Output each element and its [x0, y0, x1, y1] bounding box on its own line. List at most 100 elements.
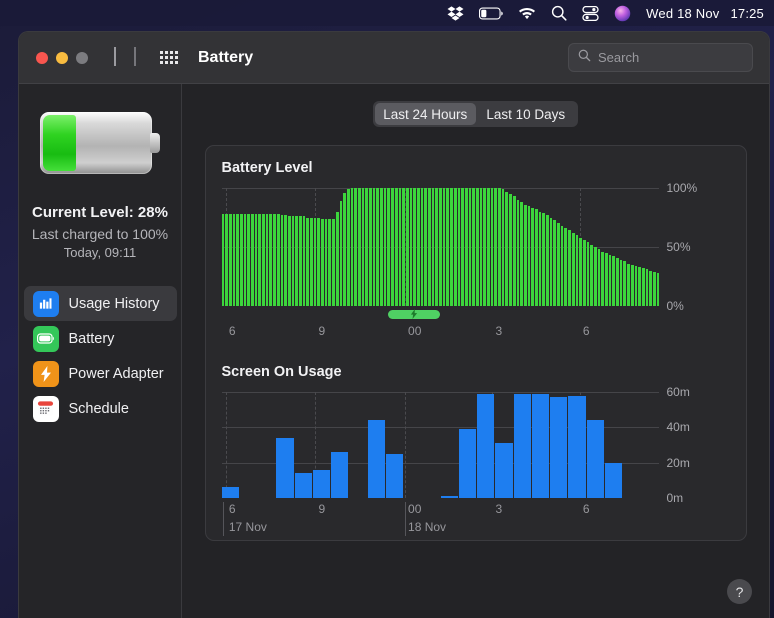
sidebar-item-power-adapter[interactable]: Power Adapter — [24, 356, 177, 391]
maximize-button[interactable] — [76, 51, 88, 64]
control-center-icon[interactable] — [582, 5, 599, 21]
bar — [579, 237, 582, 306]
bar — [324, 218, 328, 306]
bar — [472, 188, 475, 306]
x-axis-label: 6 — [582, 502, 590, 516]
battery-graphic — [40, 112, 160, 174]
bar — [490, 188, 494, 306]
bar — [232, 213, 236, 306]
main-pane: Last 24 Hours Last 10 Days Battery Level … — [182, 84, 769, 618]
bar — [593, 247, 597, 306]
bar — [276, 437, 294, 498]
bar-chart-icon — [32, 290, 59, 317]
bar — [225, 213, 228, 306]
bar — [265, 213, 269, 306]
bar — [251, 213, 254, 306]
bar — [335, 211, 339, 306]
siri-icon[interactable] — [614, 5, 631, 22]
bar — [409, 188, 413, 306]
current-level-text: Current Level: 28% — [32, 204, 168, 221]
bar — [612, 256, 616, 306]
sidebar-item-schedule[interactable]: Schedule — [24, 391, 177, 426]
bar — [513, 393, 531, 498]
search-field[interactable]: Search — [568, 43, 753, 72]
bar — [527, 205, 531, 306]
bar — [221, 213, 225, 306]
spotlight-search-icon[interactable] — [551, 5, 567, 21]
menu-bar-clock[interactable]: Wed 18 Nov 17:25 — [646, 6, 764, 21]
bar — [405, 188, 409, 306]
bar — [597, 249, 601, 306]
segment-last-24-hours[interactable]: Last 24 Hours — [375, 103, 476, 125]
bar — [306, 217, 309, 306]
bar — [295, 216, 298, 306]
battery-icon[interactable] — [479, 6, 503, 20]
y-axis-label: 50% — [666, 240, 691, 254]
bar — [590, 244, 593, 306]
sidebar-item-label: Usage History — [68, 295, 160, 312]
window-content: Current Level: 28% Last charged to 100% … — [19, 84, 769, 618]
bar — [332, 218, 335, 306]
bar — [276, 213, 280, 306]
bar — [317, 217, 321, 306]
screenshot-root: Wed 18 Nov 17:25 Battery Search Current … — [0, 0, 774, 618]
bolt-icon — [410, 306, 418, 324]
bar-series — [221, 392, 659, 498]
bar — [549, 217, 553, 306]
bar — [516, 199, 520, 306]
sidebar-item-label: Schedule — [68, 400, 129, 417]
bar — [458, 429, 476, 498]
bar — [243, 213, 247, 306]
sidebar-item-label: Battery — [68, 330, 115, 347]
bar — [509, 193, 512, 306]
bar — [568, 395, 586, 498]
bar — [416, 188, 420, 306]
bar — [361, 188, 365, 306]
bar — [477, 393, 495, 498]
bar — [328, 218, 332, 306]
window-controls — [36, 51, 88, 64]
bar — [619, 259, 623, 306]
bar — [424, 188, 427, 306]
bar — [258, 213, 262, 306]
back-button[interactable] — [114, 46, 116, 67]
dropbox-icon[interactable] — [447, 5, 464, 21]
navigation-buttons — [114, 46, 136, 67]
bar — [376, 188, 380, 306]
bar — [367, 420, 385, 498]
bar — [383, 188, 387, 306]
bar — [228, 213, 232, 306]
bar — [498, 188, 501, 306]
show-all-grid-icon[interactable] — [160, 51, 178, 64]
bar — [531, 393, 549, 498]
menu-bar-date: Wed 18 Nov — [646, 5, 720, 21]
battery-preferences-window: Battery Search Current Level: 28% Last c… — [18, 31, 770, 618]
bar-series — [221, 188, 659, 306]
bar — [339, 200, 343, 306]
help-button[interactable]: ? — [727, 579, 752, 604]
bar — [413, 188, 416, 306]
time-range-segmented-control[interactable]: Last 24 Hours Last 10 Days — [373, 101, 578, 127]
bar — [586, 420, 604, 498]
charts-card: Battery Level 0% 50% 100% 6 9 00 3 6 Screen On… — [204, 145, 747, 541]
battery-level-chart: Battery Level 0% 50% 100% 6 9 00 3 6 — [221, 160, 730, 342]
bar — [557, 223, 560, 306]
wifi-icon[interactable] — [518, 7, 536, 20]
bar — [608, 255, 612, 306]
close-button[interactable] — [36, 51, 48, 64]
bar — [331, 452, 349, 498]
battery-icon — [32, 325, 59, 352]
sidebar-item-battery[interactable]: Battery — [24, 321, 177, 356]
bar — [450, 188, 453, 306]
bar — [221, 487, 239, 498]
bar — [483, 188, 486, 306]
page-title: Battery — [198, 48, 254, 66]
bar — [439, 188, 442, 306]
x-axis-label: 9 — [318, 324, 326, 338]
segment-last-10-days[interactable]: Last 10 Days — [476, 103, 577, 125]
minimize-button[interactable] — [56, 51, 68, 64]
sidebar-item-usage-history[interactable]: Usage History — [23, 286, 177, 321]
bar — [457, 188, 461, 306]
forward-button[interactable] — [134, 46, 136, 67]
bar — [505, 191, 509, 306]
